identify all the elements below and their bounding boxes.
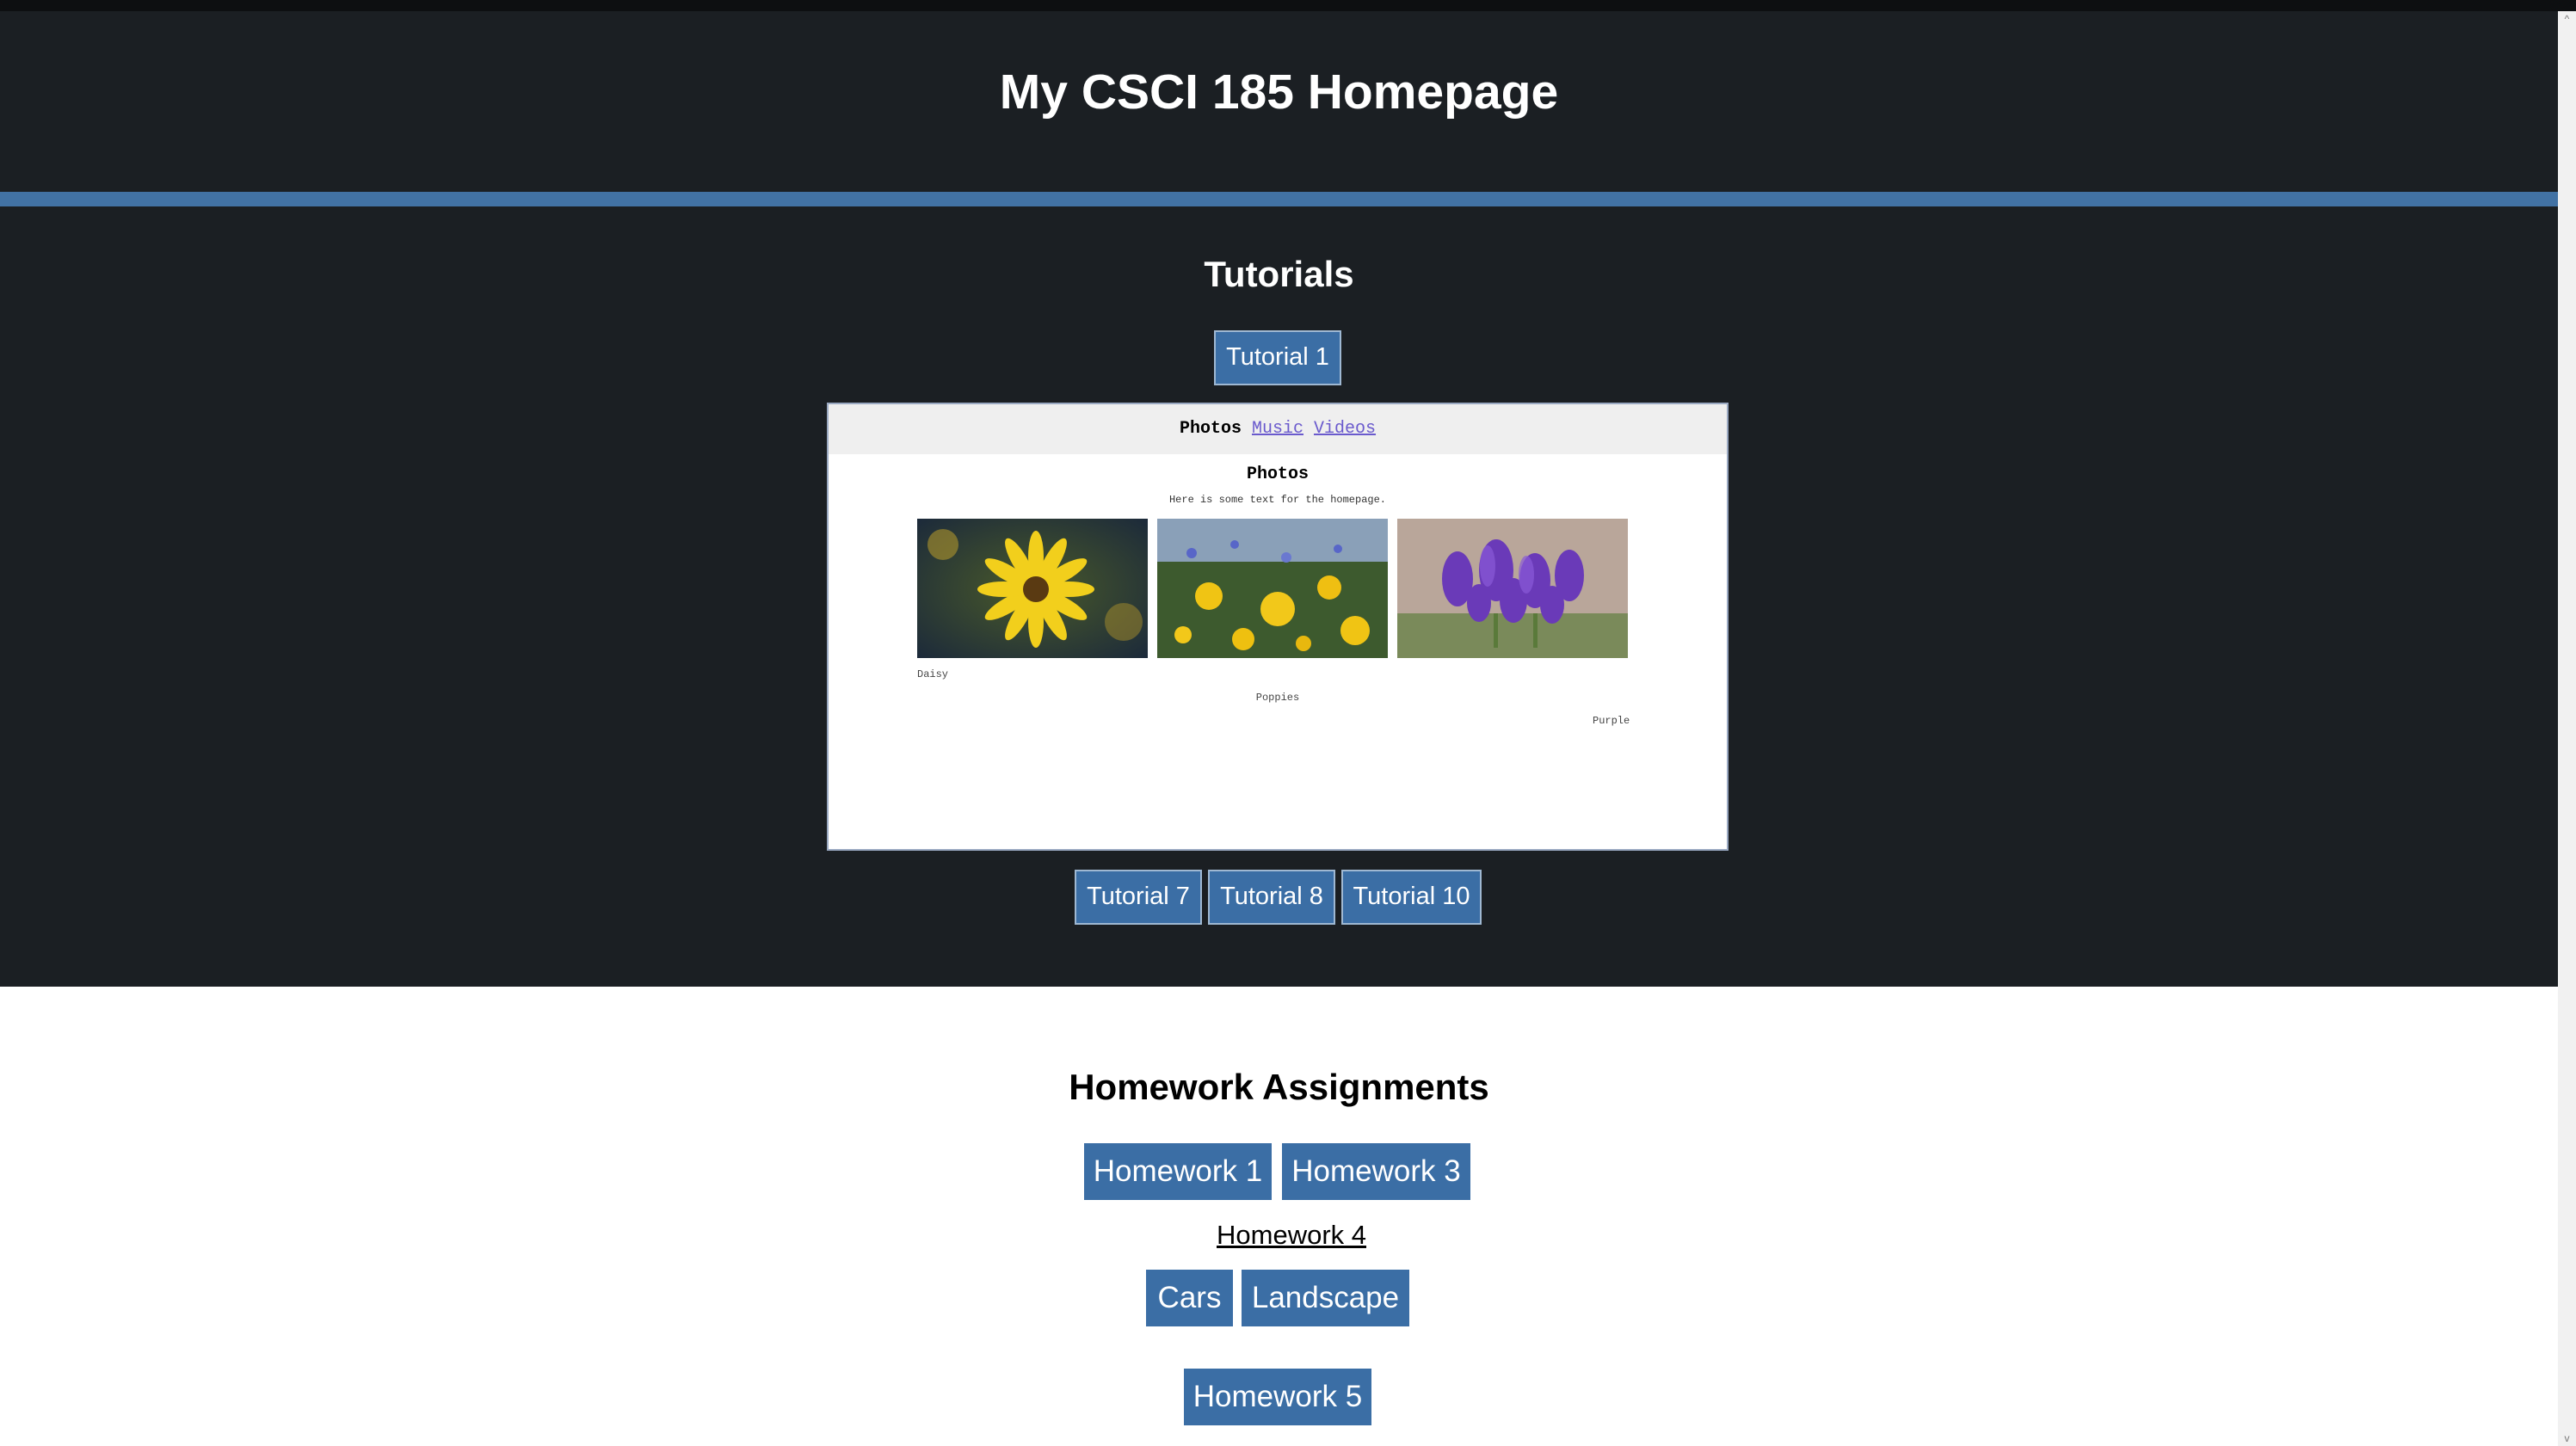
- browser-top-strip: [0, 0, 2576, 11]
- preview-nav: Photos Music Videos: [829, 404, 1727, 454]
- tutorial-7-button[interactable]: Tutorial 7: [1075, 870, 1202, 925]
- homework-heading: Homework Assignments: [1069, 1067, 1489, 1107]
- daisy-photo: [917, 519, 1148, 658]
- purple-flowers-photo: [1397, 519, 1628, 658]
- homework-3-button[interactable]: Homework 3: [1282, 1143, 1470, 1200]
- tutorial-preview-frame[interactable]: Photos Music Videos Photos Here is some …: [827, 403, 1729, 851]
- tutorial-10-button[interactable]: Tutorial 10: [1341, 870, 1482, 925]
- homework-1-button[interactable]: Homework 1: [1084, 1143, 1272, 1200]
- accent-divider: [0, 192, 2558, 206]
- preview-title: Photos: [1246, 465, 1309, 484]
- tutorial-1-button[interactable]: Tutorial 1: [1214, 330, 1341, 385]
- homework-5-button[interactable]: Homework 5: [1184, 1369, 1371, 1425]
- scroll-up-icon[interactable]: ^: [2558, 13, 2576, 25]
- cars-button[interactable]: Cars: [1146, 1270, 1233, 1326]
- vertical-scrollbar[interactable]: ^ v: [2558, 11, 2576, 1446]
- poppies-photo: [1157, 519, 1388, 658]
- landscape-button[interactable]: Landscape: [1242, 1270, 1409, 1326]
- caption-purple: Purple: [1593, 715, 1630, 727]
- homework-section: Homework Assignments Homework 1 Homework…: [0, 987, 2558, 1446]
- caption-poppies: Poppies: [1255, 692, 1300, 704]
- caption-daisy: Daisy: [917, 668, 949, 680]
- scroll-down-icon[interactable]: v: [2558, 1432, 2576, 1444]
- tutorial-8-button[interactable]: Tutorial 8: [1208, 870, 1335, 925]
- tutorials-section: Tutorials Tutorial 1 Photos Music Videos…: [0, 206, 2558, 987]
- page-title: My CSCI 185 Homepage: [999, 65, 1559, 120]
- preview-nav-music[interactable]: Music: [1252, 419, 1303, 439]
- preview-nav-videos[interactable]: Videos: [1314, 419, 1376, 439]
- page-header: My CSCI 185 Homepage: [0, 11, 2558, 192]
- tutorials-heading: Tutorials: [1204, 254, 1354, 294]
- preview-text: Here is some text for the homepage.: [1168, 494, 1387, 506]
- preview-nav-photos[interactable]: Photos: [1180, 419, 1242, 439]
- homework-4-link[interactable]: Homework 4: [1217, 1220, 1366, 1251]
